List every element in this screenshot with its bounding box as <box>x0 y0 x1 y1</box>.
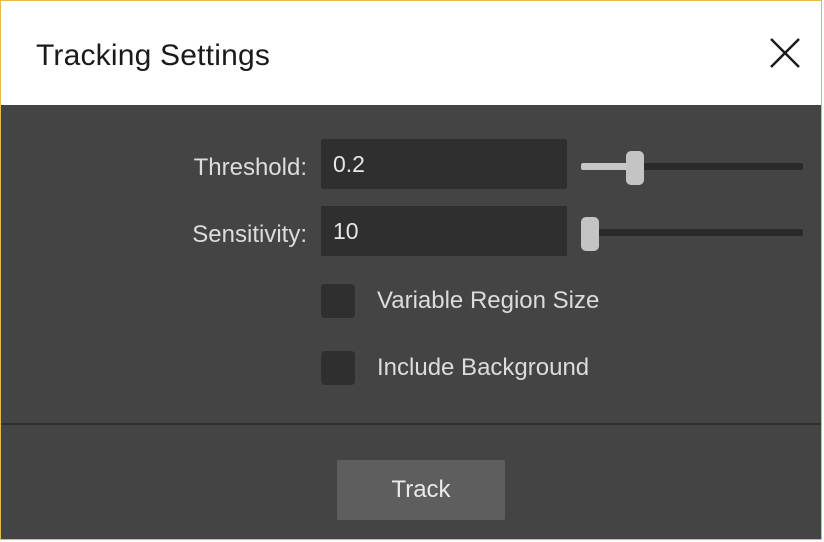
threshold-label: Threshold: <box>193 154 307 181</box>
sensitivity-slider-thumb[interactable] <box>581 217 599 251</box>
variable-region-size-checkbox[interactable] <box>321 284 355 318</box>
variable-region-size-option[interactable]: Variable Region Size <box>321 283 599 319</box>
settings-panel: Threshold: Sensitivity: Variable Region … <box>1 105 821 423</box>
include-background-checkbox[interactable] <box>321 351 355 385</box>
sensitivity-slider[interactable] <box>581 217 803 251</box>
sensitivity-label: Sensitivity: <box>192 221 307 248</box>
close-icon <box>770 38 800 68</box>
close-button[interactable] <box>763 31 807 75</box>
dialog-footer: Track <box>1 425 821 539</box>
threshold-slider-thumb[interactable] <box>626 151 644 185</box>
threshold-slider[interactable] <box>581 151 803 185</box>
variable-region-size-label: Variable Region Size <box>377 287 600 314</box>
include-background-label: Include Background <box>377 354 590 381</box>
include-background-option[interactable]: Include Background <box>321 350 589 386</box>
dialog-title: Tracking Settings <box>36 39 271 72</box>
title-bar: Tracking Settings <box>1 1 821 105</box>
track-button[interactable]: Track <box>337 460 505 520</box>
tracking-settings-dialog: Tracking Settings Threshold: Sensitivity… <box>0 0 822 540</box>
sensitivity-input[interactable] <box>321 206 567 256</box>
sensitivity-slider-track <box>581 229 803 236</box>
threshold-input[interactable] <box>321 139 567 189</box>
